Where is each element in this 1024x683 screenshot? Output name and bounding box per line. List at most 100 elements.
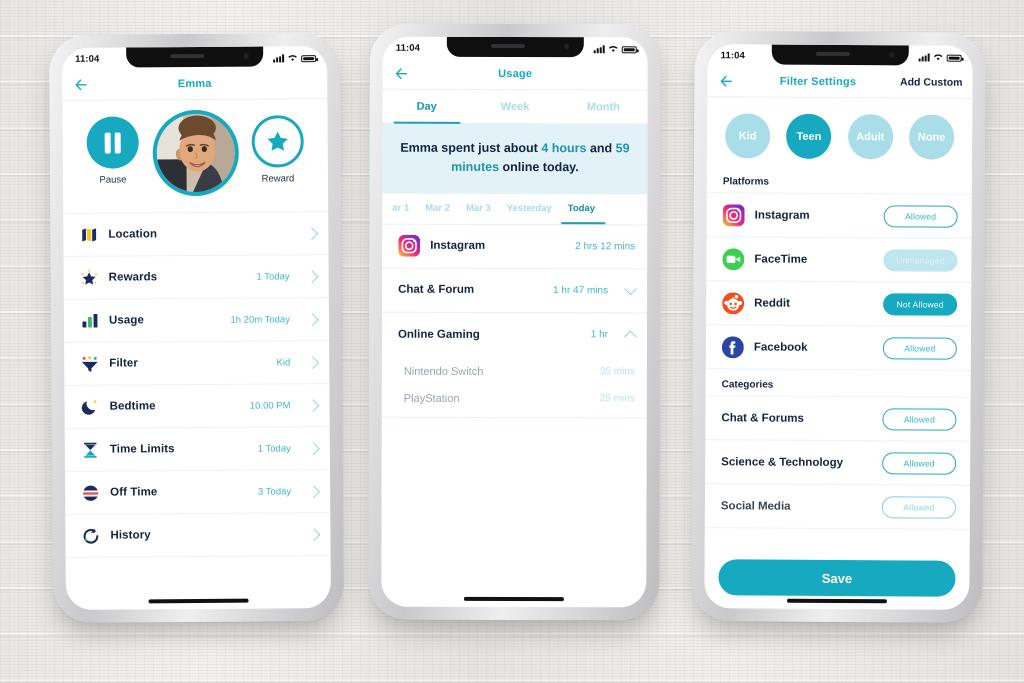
funnel-filter-icon [80, 354, 99, 373]
pause-button[interactable] [86, 116, 139, 169]
date-tab-mar-3[interactable]: Mar 3 [458, 194, 499, 224]
status-badge[interactable]: Allowed [881, 495, 956, 519]
status-badge[interactable]: Not Allowed [883, 292, 958, 316]
category-row-social-media[interactable]: Social Media Allowed [704, 483, 971, 530]
list-item-label: Usage [108, 314, 145, 327]
page-title: Filter Settings [779, 75, 857, 88]
platform-label: Reddit [754, 296, 790, 310]
date-tab-yesterday[interactable]: Yesterday [499, 194, 560, 224]
bar-chart-icon [80, 311, 99, 330]
date-tab-today[interactable]: Today [560, 194, 607, 224]
status-badge[interactable]: Allowed [882, 407, 957, 431]
phone-3-filter-settings: 11:04 Filter Settings Add Custom Kid Tee… [691, 31, 986, 623]
status-time: 11:04 [75, 53, 100, 65]
signal-bars-icon [919, 53, 930, 62]
list-item-value: 3 Today [257, 485, 292, 498]
list-item-filter[interactable]: Filter Kid [64, 341, 330, 386]
back-arrow-icon[interactable] [73, 76, 89, 92]
tab-week[interactable]: Week [471, 90, 559, 123]
summary-part-3: online today. [499, 160, 579, 175]
list-item-bedtime[interactable]: Bedtime 10:00 PM [64, 384, 330, 429]
front-camera-icon [242, 52, 250, 60]
phone-2-navbar: Usage [382, 57, 648, 91]
hourglass-icon [81, 440, 100, 459]
platform-label: Facebook [753, 340, 808, 354]
platform-row-facebook[interactable]: Facebook Allowed [705, 324, 972, 371]
pill-kid[interactable]: Kid [725, 113, 771, 159]
usage-row-label: Chat & Forum [398, 283, 475, 297]
platform-row-facetime[interactable]: FaceTime Unmanaged [706, 236, 972, 283]
list-item-off-time[interactable]: Off Time 3 Today [65, 470, 331, 515]
chevron-down-icon[interactable] [624, 282, 637, 295]
home-indicator [148, 598, 249, 604]
reward-button[interactable] [251, 115, 304, 168]
phone-3-navbar: Filter Settings Add Custom [707, 65, 973, 99]
usage-subrow-label: Nintendo Switch [403, 365, 484, 378]
instagram-icon [722, 203, 745, 226]
hero-controls: Pause Reward [62, 99, 329, 214]
chevron-right-icon [306, 312, 319, 326]
list-item-value: 10:00 PM [249, 399, 291, 412]
platform-row-reddit[interactable]: Reddit Not Allowed [706, 280, 972, 327]
moon-icon [80, 397, 99, 416]
notch [446, 36, 585, 58]
reward-control[interactable]: Reward [250, 115, 306, 185]
summary-part-2: and [586, 141, 616, 156]
earpiece-speaker [491, 43, 526, 48]
category-row-chat-forums[interactable]: Chat & Forums Allowed [705, 395, 971, 442]
category-row-science-technology[interactable]: Science & Technology Allowed [705, 439, 971, 486]
phone-3-screen: 11:04 Filter Settings Add Custom Kid Tee… [704, 44, 973, 610]
list-item-value: 1 Today [257, 442, 291, 455]
usage-row-chat-forum[interactable]: Chat & Forum 1 hr 47 mins [382, 268, 648, 314]
tab-month[interactable]: Month [559, 90, 647, 123]
child-avatar-photo [156, 113, 235, 193]
date-tab-mar-1[interactable]: ar 1 [384, 193, 417, 223]
platform-label: Instagram [754, 208, 810, 222]
tab-day[interactable]: Day [383, 90, 471, 123]
usage-subrow-playstation[interactable]: PlayStation 25 mins [382, 386, 647, 417]
platform-row-instagram[interactable]: Instagram Allowed [706, 192, 972, 239]
add-custom-button[interactable]: Add Custom [900, 76, 962, 88]
list-item-time-limits[interactable]: Time Limits 1 Today [64, 427, 330, 472]
list-item-location[interactable]: Location [63, 212, 329, 257]
save-button[interactable]: Save [718, 559, 956, 597]
back-arrow-icon[interactable] [718, 73, 734, 89]
date-tab-mar-2[interactable]: Mar 2 [417, 193, 458, 223]
usage-row-label: Online Gaming [397, 328, 480, 341]
list-item-history[interactable]: History [65, 513, 331, 558]
signal-bars-icon [594, 45, 605, 54]
list-item-label: Time Limits [109, 443, 175, 456]
list-item-rewards[interactable]: Rewards 1 Today [63, 255, 329, 300]
wifi-icon [933, 54, 943, 61]
date-tabs: ar 1 Mar 2 Mar 3 Yesterday Today [382, 193, 648, 226]
off-time-icon [81, 483, 100, 502]
usage-subrow-value: 25 mins [599, 393, 635, 405]
chevron-up-icon[interactable] [624, 330, 637, 343]
usage-row-instagram[interactable]: Instagram 2 hrs 12 mins [382, 224, 648, 270]
reddit-icon [722, 291, 745, 314]
pause-control[interactable]: Pause [85, 116, 141, 186]
pill-adult[interactable]: Adult [847, 114, 893, 160]
signal-bars-icon [273, 54, 285, 63]
status-badge[interactable]: Allowed [882, 451, 957, 475]
star-icon [267, 131, 288, 151]
reward-label: Reward [261, 173, 295, 185]
back-arrow-icon[interactable] [394, 65, 410, 81]
list-item-usage[interactable]: Usage 1h 20m Today [63, 298, 330, 343]
status-badge[interactable]: Allowed [883, 204, 958, 228]
usage-subrow-nintendo-switch[interactable]: Nintendo Switch 35 mins [382, 356, 647, 387]
status-badge[interactable]: Unmanaged [883, 248, 958, 272]
chevron-right-icon [305, 269, 319, 283]
front-camera-icon [563, 43, 571, 50]
chevron-right-icon [306, 441, 320, 455]
list-item-label: Bedtime [109, 400, 156, 413]
home-indicator [463, 596, 565, 602]
usage-row-online-gaming[interactable]: Online Gaming 1 hr [382, 312, 647, 357]
list-item-value: Kid [276, 356, 291, 368]
avatar[interactable] [151, 109, 239, 197]
status-badge[interactable]: Allowed [882, 336, 957, 360]
category-label: Social Media [720, 499, 791, 513]
pill-none[interactable]: None [909, 114, 955, 160]
pill-teen[interactable]: Teen [786, 113, 832, 159]
earpiece-speaker [816, 51, 851, 56]
